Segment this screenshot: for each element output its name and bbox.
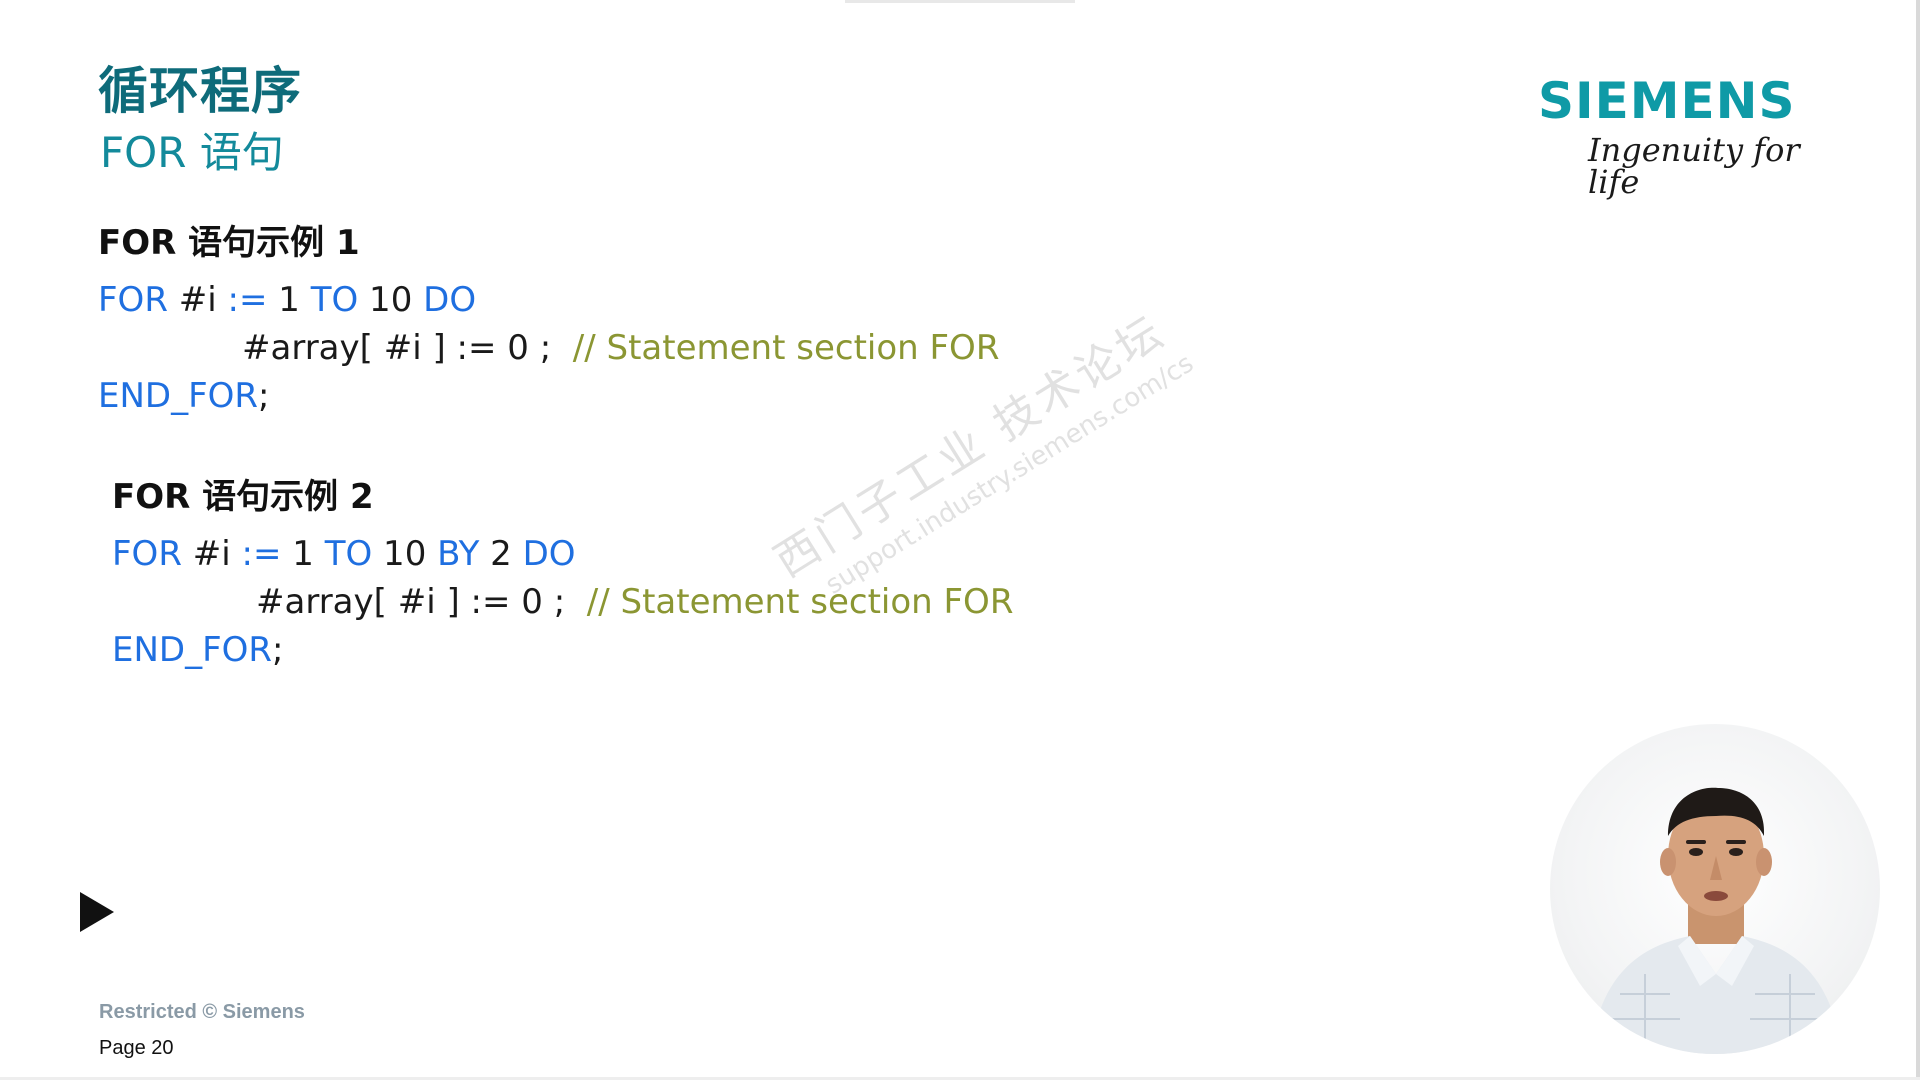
presenter-avatar	[1590, 787, 1842, 1054]
slide-title: 循环程序	[98, 62, 302, 120]
keyword-do: DO	[423, 280, 477, 320]
loop-variable: #i	[167, 280, 228, 320]
end-value: 10	[358, 280, 424, 320]
presenter-video[interactable]	[1550, 724, 1880, 1054]
semicolon: ;	[258, 376, 270, 416]
right-scroll-edge	[1916, 0, 1920, 1080]
keyword-by: BY	[437, 534, 480, 574]
example-heading: FOR 语句示例 1	[98, 223, 360, 263]
keyword-to: TO	[310, 280, 359, 320]
code-line-for: FOR #i := 1 TO 10 BY 2 DO	[112, 530, 1013, 578]
code-line-end-for: END_FOR;	[98, 372, 999, 420]
for-example-1: FOR 语句示例 1 FOR #i := 1 TO 10 DO #array[ …	[98, 226, 999, 420]
statement-text: #array[ #i ] := 0 ;	[242, 328, 573, 368]
end-value: 10	[372, 534, 438, 574]
loop-variable: #i	[181, 534, 242, 574]
top-edge-divider	[845, 0, 1075, 3]
keyword-end-for: END_FOR	[112, 630, 273, 670]
example-heading: FOR 语句示例 2	[112, 477, 374, 517]
siemens-logo: SIEMENS Ingenuity for life	[1536, 72, 1826, 198]
keyword-for: FOR	[112, 534, 182, 574]
logo-tagline: Ingenuity for life	[1588, 131, 1800, 201]
slide-subtitle: FOR 语句	[100, 128, 284, 177]
keyword-to: TO	[324, 534, 373, 574]
assign-operator: :=	[227, 280, 268, 320]
start-value: 1	[281, 534, 325, 574]
keyword-do: DO	[522, 534, 576, 574]
slide: 循环程序 FOR 语句 SIEMENS Ingenuity for life F…	[0, 0, 1920, 1080]
start-value: 1	[267, 280, 311, 320]
keyword-for: FOR	[98, 280, 168, 320]
for-example-2: FOR 语句示例 2 FOR #i := 1 TO 10 BY 2 DO #ar…	[112, 480, 1013, 674]
page-number: Page 20	[99, 1037, 174, 1059]
code-line-for: FOR #i := 1 TO 10 DO	[98, 276, 999, 324]
code-comment: // Statement section FOR	[586, 582, 1014, 622]
semicolon: ;	[272, 630, 284, 670]
keyword-end-for: END_FOR	[98, 376, 259, 416]
logo-wordmark: SIEMENS	[1538, 72, 1796, 130]
footer-restricted: Restricted © Siemens	[99, 1001, 305, 1023]
assign-operator: :=	[241, 534, 282, 574]
code-line-statement: #array[ #i ] := 0 ; // Statement section…	[112, 578, 1013, 626]
step-value: 2	[479, 534, 523, 574]
play-icon[interactable]	[80, 892, 114, 932]
code-line-statement: #array[ #i ] := 0 ; // Statement section…	[98, 324, 999, 372]
code-line-end-for: END_FOR;	[112, 626, 1013, 674]
statement-text: #array[ #i ] := 0 ;	[256, 582, 587, 622]
code-comment: // Statement section FOR	[572, 328, 1000, 368]
